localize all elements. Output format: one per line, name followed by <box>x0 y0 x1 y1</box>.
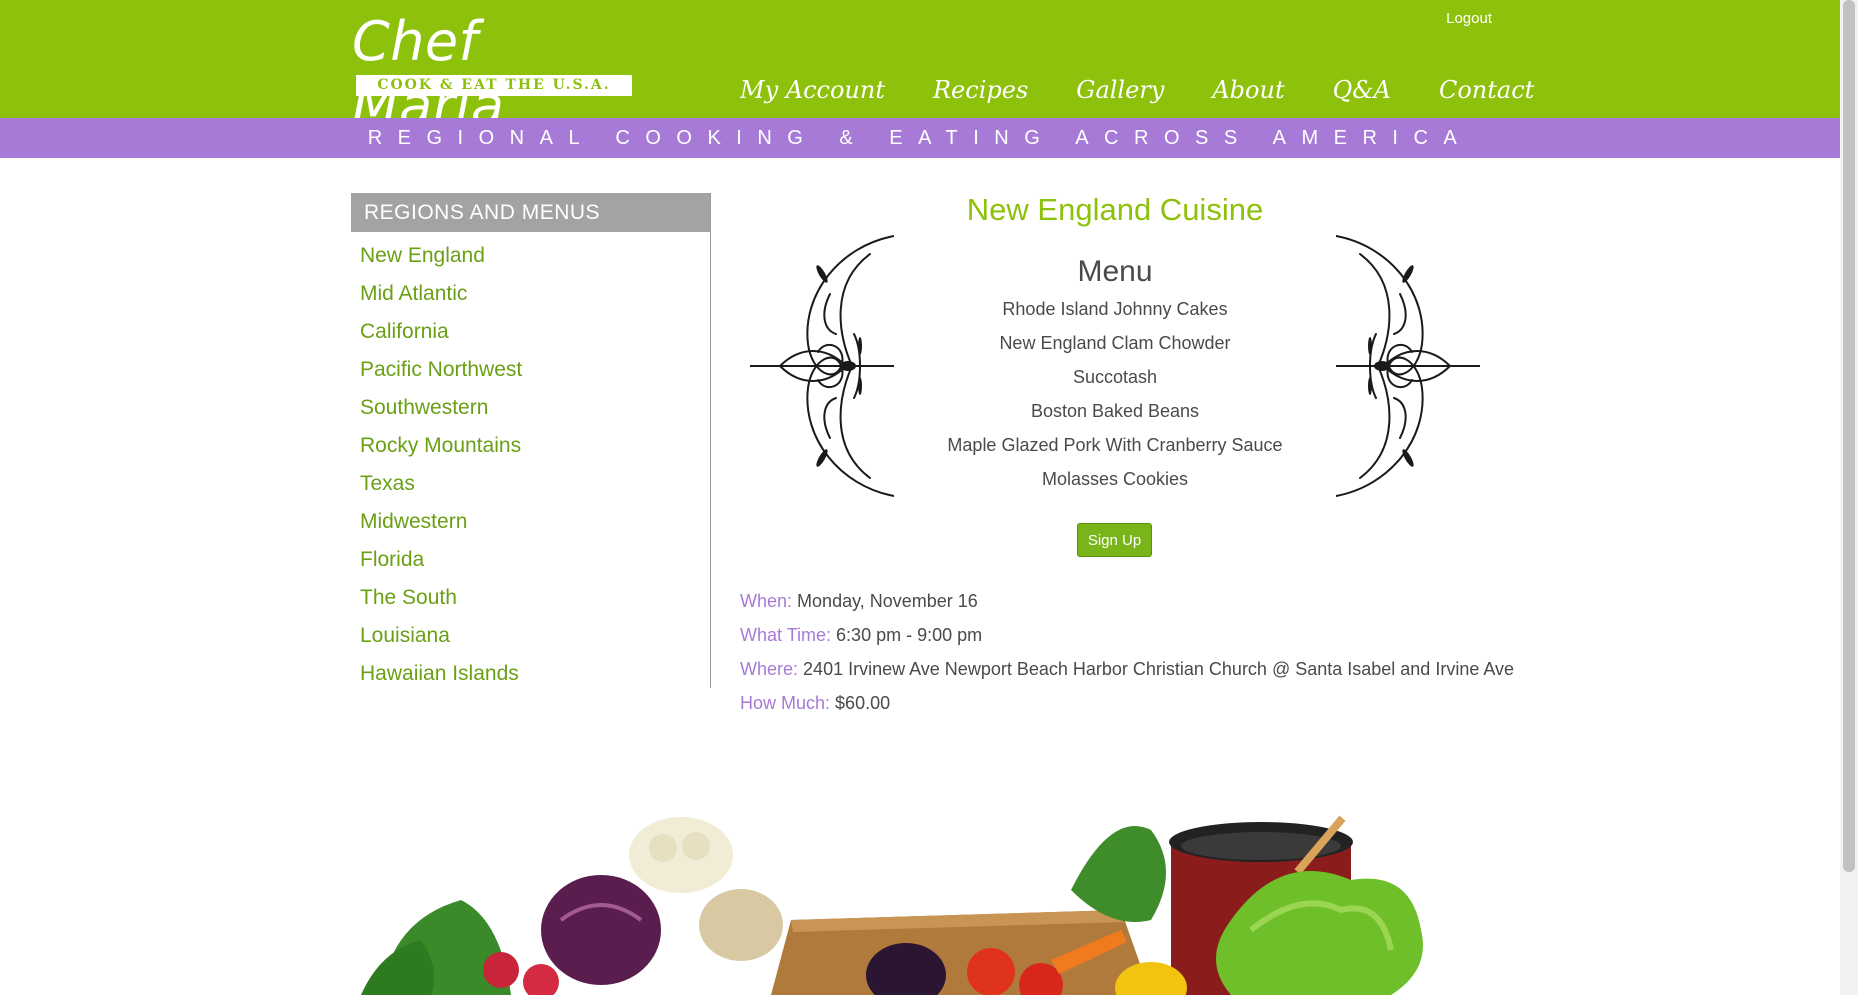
tagline-banner: REGIONAL COOKING & EATING ACROSS AMERICA <box>0 118 1840 158</box>
nav-about[interactable]: About <box>1212 70 1284 110</box>
menu-item: Molasses Cookies <box>1041 469 1189 489</box>
nav-my-account[interactable]: My Account <box>740 70 885 110</box>
menu-item: Rhode Island Johnny Cakes <box>1002 299 1228 319</box>
menu-heading: Menu <box>1077 255 1153 288</box>
logo-tagline: COOK & EAT THE U.S.A. <box>356 75 632 96</box>
region-list: New England Mid Atlantic California Paci… <box>351 232 710 688</box>
sign-up-button[interactable]: Sign Up <box>1077 523 1152 557</box>
vegetables-photo <box>361 815 1423 995</box>
event-cost-row: How Much: $60.00 <box>740 686 1490 720</box>
event-details: When: Monday, November 16 What Time: 6:3… <box>740 584 1514 720</box>
menu-item: Maple Glazed Pork With Cranberry Sauce <box>947 435 1283 455</box>
menu-item: New England Clam Chowder <box>999 333 1231 353</box>
time-label: What Time: <box>740 625 832 645</box>
where-label: Where: <box>740 659 799 679</box>
sidebar-heading: REGIONS AND MENUS <box>351 193 710 232</box>
cost-label: How Much: <box>740 693 831 713</box>
nav-gallery[interactable]: Gallery <box>1076 70 1164 110</box>
page: Chef Marla COOK & EAT THE U.S.A. Logout … <box>0 0 1840 995</box>
main-nav: My Account Recipes Gallery About Q&A Con… <box>740 70 1534 110</box>
event-time-row: What Time: 6:30 pm - 9:00 pm <box>740 618 1490 652</box>
cost-value: $60.00 <box>835 693 891 713</box>
logout-link[interactable]: Logout <box>1440 10 1492 27</box>
menu-list: Rhode Island Johnny Cakes New England Cl… <box>740 292 1490 496</box>
event-where-row: Where: 2401 Irvinew Ave Newport Beach Ha… <box>740 652 1514 686</box>
time-value: 6:30 pm - 9:00 pm <box>836 625 983 645</box>
menu-item: Boston Baked Beans <box>1030 401 1200 421</box>
where-value: 2401 Irvinew Ave Newport Beach Harbor Ch… <box>803 659 1515 679</box>
when-label: When: <box>740 591 793 611</box>
scrollbar-thumb[interactable] <box>1843 0 1855 872</box>
nav-contact[interactable]: Contact <box>1439 70 1534 110</box>
when-value: Monday, November 16 <box>797 591 978 611</box>
nav-recipes[interactable]: Recipes <box>933 70 1028 110</box>
event-when-row: When: Monday, November 16 <box>740 584 1490 618</box>
nav-qa[interactable]: Q&A <box>1333 70 1391 110</box>
vertical-scrollbar[interactable] <box>1840 0 1858 995</box>
site-header: Chef Marla COOK & EAT THE U.S.A. Logout … <box>0 0 1840 137</box>
page-title: New England Cuisine <box>966 192 1264 227</box>
menu-item: Succotash <box>1072 367 1158 387</box>
region-link-hawaiian-islands[interactable]: Hawaiian Islands <box>351 650 710 698</box>
regions-sidebar: REGIONS AND MENUS New England Mid Atlant… <box>351 193 711 688</box>
site-logo[interactable]: Chef Marla COOK & EAT THE U.S.A. <box>352 10 634 137</box>
